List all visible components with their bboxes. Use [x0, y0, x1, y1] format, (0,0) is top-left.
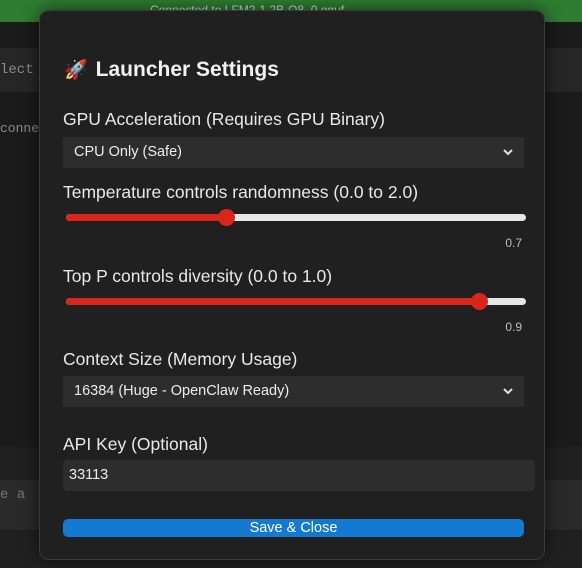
- gpu-label: GPU Acceleration (Requires GPU Binary): [63, 109, 385, 129]
- api-key-label: API Key (Optional): [63, 434, 208, 454]
- top-p-slider-thumb[interactable]: [471, 293, 488, 310]
- context-select[interactable]: 16384 (Huge - OpenClaw Ready): [63, 376, 524, 407]
- temperature-slider-fill: [66, 214, 227, 221]
- modal-title-text: Launcher Settings: [95, 58, 279, 81]
- temperature-label: Temperature controls randomness (0.0 to …: [63, 182, 419, 202]
- chevron-down-icon: [503, 149, 513, 156]
- context-select-value: 16384 (Huge - OpenClaw Ready): [74, 383, 290, 399]
- temperature-slider[interactable]: [66, 209, 526, 227]
- api-key-input[interactable]: 33113: [63, 460, 535, 491]
- temperature-value: 0.7: [505, 236, 522, 250]
- context-label: Context Size (Memory Usage): [63, 349, 298, 369]
- chevron-down-icon: [503, 388, 513, 395]
- settings-modal: 🚀 Launcher Settings GPU Acceleration (Req…: [39, 10, 545, 560]
- temperature-slider-thumb[interactable]: [218, 209, 235, 226]
- chat-input-text: e a: [0, 487, 26, 503]
- log-line: conne: [0, 121, 40, 136]
- gpu-select-value: CPU Only (Safe): [74, 144, 182, 160]
- top-p-slider[interactable]: [66, 293, 526, 311]
- top-p-label: Top P controls diversity (0.0 to 1.0): [63, 266, 333, 286]
- modal-title: 🚀 Launcher Settings: [64, 58, 279, 82]
- top-p-value: 0.9: [505, 320, 522, 334]
- save-close-button[interactable]: Save & Close: [63, 519, 524, 537]
- rocket-icon: 🚀: [64, 60, 88, 81]
- model-select-text: lect: [0, 62, 34, 78]
- gpu-select[interactable]: CPU Only (Safe): [63, 137, 524, 168]
- top-p-slider-fill: [66, 298, 480, 305]
